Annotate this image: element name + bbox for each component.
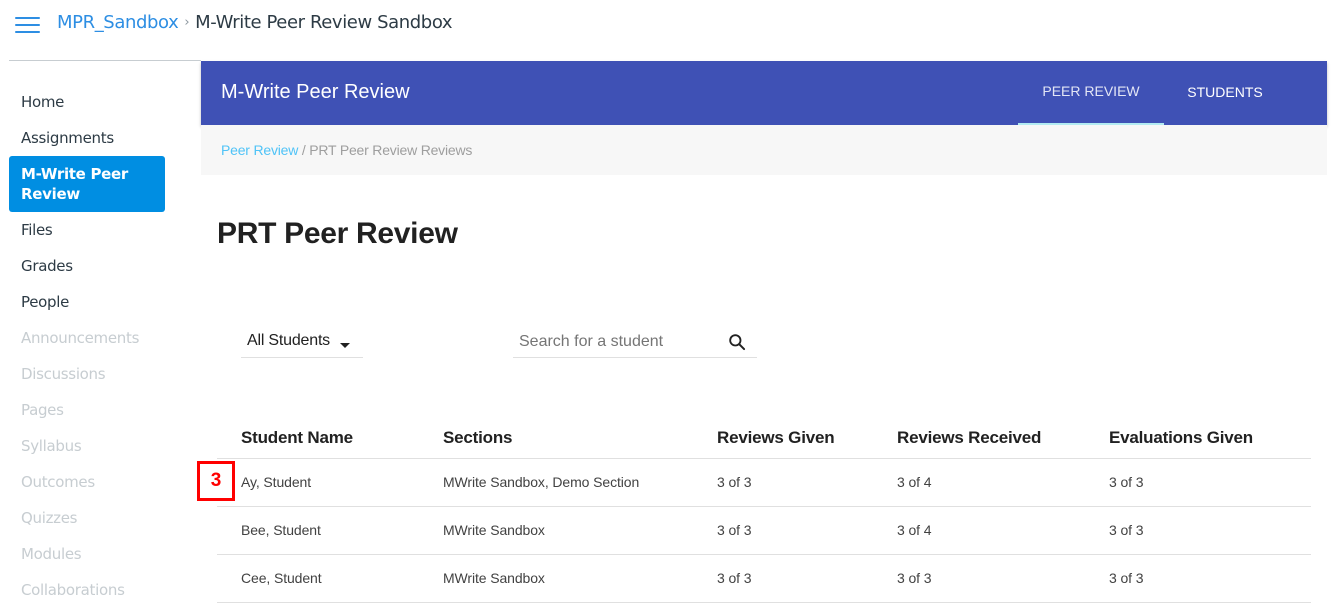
sidebar-item-collaborations[interactable]: Collaborations <box>9 572 165 605</box>
page-title: PRT Peer Review <box>217 217 458 250</box>
evaluations-given-cell: 3 of 3 <box>1109 570 1144 586</box>
hamburger-line <box>15 17 40 19</box>
sidebar-item-discussions[interactable]: Discussions <box>9 356 165 392</box>
reviews-received-cell: 3 of 4 <box>897 522 932 538</box>
breadcrumb-current-page: PRT Peer Review Reviews <box>309 142 473 158</box>
sidebar-item-quizzes[interactable]: Quizzes <box>9 500 165 536</box>
sections-cell: MWrite Sandbox <box>443 570 545 586</box>
sidebar-item-people[interactable]: People <box>9 284 165 320</box>
reviews-given-cell: 3 of 3 <box>717 474 752 490</box>
reviews-given-cell: 3 of 3 <box>717 522 752 538</box>
table-row[interactable]: Cee, Student MWrite Sandbox 3 of 3 3 of … <box>217 555 1311 603</box>
student-name-cell[interactable]: Cee, Student <box>241 570 322 586</box>
sidebar-item-modules[interactable]: Modules <box>9 536 165 572</box>
student-search <box>513 326 757 358</box>
tab-students[interactable]: STUDENTS <box>1164 61 1286 125</box>
sidebar-item-m-write-peer-review[interactable]: M-Write Peer Review <box>9 156 165 212</box>
student-filter-value: All Students <box>247 332 330 349</box>
breadcrumb-separator: / <box>298 142 310 158</box>
student-name-cell[interactable]: Bee, Student <box>241 522 321 538</box>
sidebar-item-files[interactable]: Files <box>9 212 165 248</box>
column-header-student-name[interactable]: Student Name <box>241 428 353 448</box>
course-breadcrumb: MPR_Sandbox › M-Write Peer Review Sandbox <box>57 12 453 33</box>
course-navigation: Home Assignments M-Write Peer Review Fil… <box>9 84 165 605</box>
tab-peer-review[interactable]: PEER REVIEW <box>1018 61 1164 125</box>
hamburger-icon[interactable] <box>15 15 40 35</box>
sidebar-item-pages[interactable]: Pages <box>9 392 165 428</box>
student-search-input[interactable] <box>513 328 713 356</box>
sections-cell: MWrite Sandbox <box>443 522 545 538</box>
table-row[interactable]: Bee, Student MWrite Sandbox 3 of 3 3 of … <box>217 507 1311 555</box>
global-header: MPR_Sandbox › M-Write Peer Review Sandbox <box>0 0 1331 60</box>
search-icon[interactable] <box>727 332 747 352</box>
reviews-received-cell: 3 of 4 <box>897 474 932 490</box>
hamburger-line <box>15 24 40 26</box>
hamburger-line <box>15 31 40 33</box>
sidebar-item-announcements[interactable]: Announcements <box>9 320 165 356</box>
sidebar-item-assignments[interactable]: Assignments <box>9 120 165 156</box>
caret-down-icon <box>340 343 350 348</box>
column-header-evaluations-given[interactable]: Evaluations Given <box>1109 428 1253 448</box>
table-row[interactable]: Ay, Student MWrite Sandbox, Demo Section… <box>217 459 1311 507</box>
header-divider <box>9 60 201 61</box>
app-breadcrumb: Peer Review / PRT Peer Review Reviews <box>221 142 472 158</box>
evaluations-given-cell: 3 of 3 <box>1109 474 1144 490</box>
sections-cell: MWrite Sandbox, Demo Section <box>443 474 640 490</box>
students-table: Student Name Sections Reviews Given Revi… <box>217 417 1311 603</box>
evaluations-given-cell: 3 of 3 <box>1109 522 1144 538</box>
column-header-reviews-received[interactable]: Reviews Received <box>897 428 1041 448</box>
reviews-received-cell: 3 of 3 <box>897 570 932 586</box>
sidebar-item-outcomes[interactable]: Outcomes <box>9 464 165 500</box>
table-header-row: Student Name Sections Reviews Given Revi… <box>217 417 1311 459</box>
student-name-cell[interactable]: Ay, Student <box>241 474 311 490</box>
app-toolbar: M-Write Peer Review PEER REVIEW STUDENTS <box>201 61 1327 126</box>
column-header-reviews-given[interactable]: Reviews Given <box>717 428 835 448</box>
column-header-sections[interactable]: Sections <box>443 428 512 448</box>
breadcrumb-peer-review-link[interactable]: Peer Review <box>221 142 298 158</box>
student-filter-select[interactable]: All Students <box>241 326 363 358</box>
app-title: M-Write Peer Review <box>221 81 410 103</box>
app-breadcrumb-bar: Peer Review / PRT Peer Review Reviews <box>201 125 1327 175</box>
sidebar-item-home[interactable]: Home <box>9 84 165 120</box>
breadcrumb-current: M-Write Peer Review Sandbox <box>195 12 453 33</box>
breadcrumb-chevron-icon: › <box>184 15 190 30</box>
sidebar-item-syllabus[interactable]: Syllabus <box>9 428 165 464</box>
annotation-step-badge: 3 <box>197 461 235 501</box>
breadcrumb-course-link[interactable]: MPR_Sandbox <box>57 12 179 33</box>
sidebar-item-grades[interactable]: Grades <box>9 248 165 284</box>
reviews-given-cell: 3 of 3 <box>717 570 752 586</box>
